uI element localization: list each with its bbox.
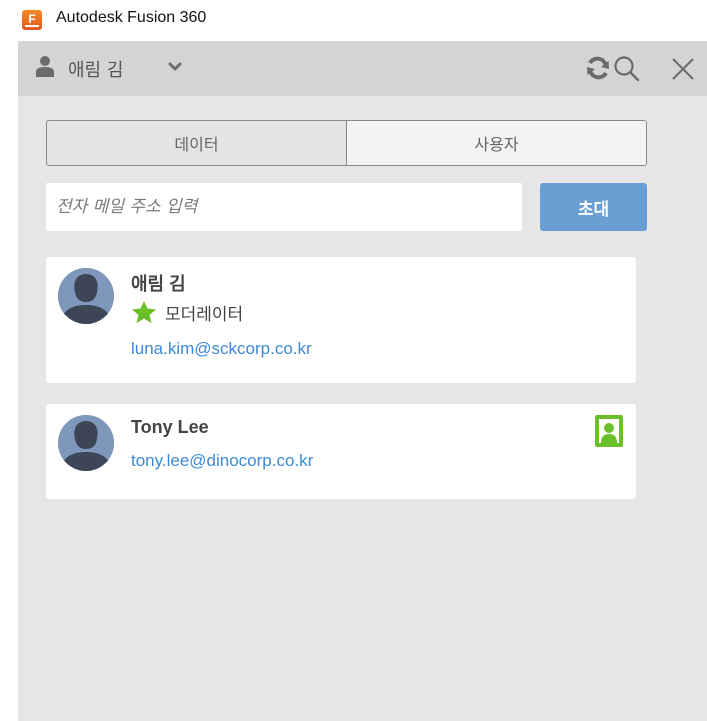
star-icon xyxy=(132,301,156,323)
header-toolbar: 애림 김 xyxy=(18,41,707,96)
user-icon[interactable] xyxy=(36,55,54,77)
avatar-icon xyxy=(58,415,114,471)
tab-data[interactable]: 데이터 xyxy=(47,121,346,165)
tab-bar: 데이터 사용자 xyxy=(46,120,647,166)
email-input[interactable] xyxy=(46,183,522,231)
member-card: Tony Lee tony.lee@dinocorp.co.kr xyxy=(46,404,636,499)
user-badge-icon[interactable] xyxy=(595,415,623,447)
member-role: 모더레이터 xyxy=(131,300,244,325)
member-email-link[interactable]: tony.lee@dinocorp.co.kr xyxy=(131,451,313,471)
member-name: 애림 김 xyxy=(131,274,186,294)
member-email-link[interactable]: luna.kim@sckcorp.co.kr xyxy=(131,339,312,359)
member-card: 애림 김 모더레이터 luna.kim@sckcorp.co.kr xyxy=(46,257,636,383)
window-title: Autodesk Fusion 360 xyxy=(56,9,207,26)
close-icon[interactable] xyxy=(671,57,695,81)
role-label: 모더레이터 xyxy=(165,304,244,325)
tab-users[interactable]: 사용자 xyxy=(346,121,646,165)
avatar-icon xyxy=(58,268,114,324)
invite-button[interactable]: 초대 xyxy=(540,183,647,231)
title-bar: F Autodesk Fusion 360 xyxy=(0,0,707,41)
chevron-down-icon[interactable] xyxy=(168,61,182,73)
refresh-icon[interactable] xyxy=(585,55,611,81)
users-panel: 데이터 사용자 초대 애림 김 모더레이터 luna.kim@sckcorp.c… xyxy=(18,96,707,721)
member-name: Tony Lee xyxy=(131,417,209,437)
user-name[interactable]: 애림 김 xyxy=(68,56,123,82)
fusion-logo-icon: F xyxy=(22,10,42,30)
search-icon[interactable] xyxy=(612,54,642,84)
